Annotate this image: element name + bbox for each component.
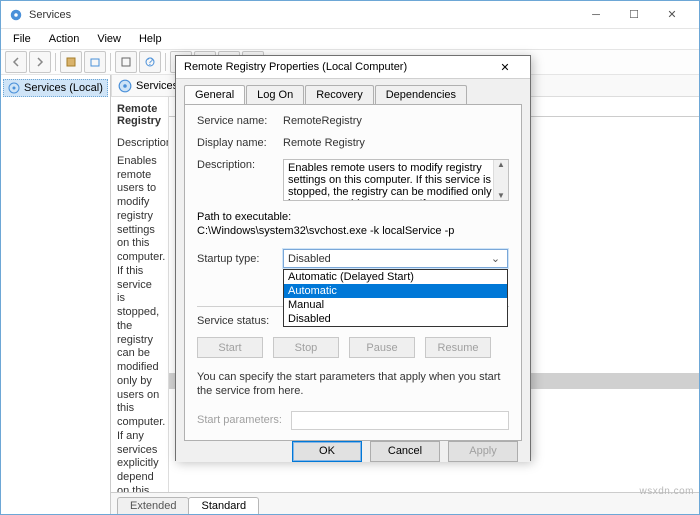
- pause-button[interactable]: Pause: [349, 337, 415, 358]
- resume-button[interactable]: Resume: [425, 337, 491, 358]
- tab-dependencies[interactable]: Dependencies: [375, 85, 467, 104]
- window-title: Services: [29, 9, 577, 21]
- tab-recovery[interactable]: Recovery: [305, 85, 373, 104]
- toolbar-help[interactable]: ?: [139, 51, 161, 73]
- tabpage-general: Service name: RemoteRegistry Display nam…: [184, 104, 522, 441]
- value-description: Enables remote users to modify registry …: [288, 162, 492, 201]
- minimize-button[interactable]: ─: [577, 4, 615, 26]
- startup-type-dropdown-list[interactable]: Automatic (Delayed Start)AutomaticManual…: [283, 269, 508, 327]
- watermark: wsxdn.com: [639, 486, 694, 497]
- service-control-buttons: Start Stop Pause Resume: [197, 337, 509, 358]
- menu-file[interactable]: File: [5, 31, 39, 47]
- start-button[interactable]: Start: [197, 337, 263, 358]
- tree-item-services-local[interactable]: Services (Local): [3, 79, 108, 97]
- dialog-buttons: OK Cancel Apply: [176, 441, 530, 462]
- description-box[interactable]: Enables remote users to modify registry …: [283, 159, 509, 201]
- detail-desc-text: Enables remote users to modify registry …: [117, 155, 162, 492]
- menu-help[interactable]: Help: [131, 31, 170, 47]
- toolbar-separator: [110, 53, 111, 71]
- ok-button[interactable]: OK: [292, 441, 362, 462]
- tree-item-label: Services (Local): [24, 82, 103, 94]
- label-display-name: Display name:: [197, 137, 283, 149]
- dialog-title: Remote Registry Properties (Local Comput…: [184, 61, 488, 73]
- apply-button[interactable]: Apply: [448, 441, 518, 462]
- maximize-button[interactable]: ☐: [615, 4, 653, 26]
- menubar: File Action View Help: [1, 29, 699, 49]
- toolbar-separator: [165, 53, 166, 71]
- description-scrollbar[interactable]: ▲▼: [493, 160, 508, 200]
- label-start-params: Start parameters:: [197, 414, 283, 426]
- label-description: Description:: [197, 159, 283, 171]
- titlebar: Services ─ ☐ ✕: [1, 1, 699, 29]
- toolbar-refresh[interactable]: [115, 51, 137, 73]
- dropdown-option[interactable]: Automatic: [284, 284, 507, 298]
- dialog-close-button[interactable]: ✕: [488, 56, 522, 78]
- tab-general[interactable]: General: [184, 85, 245, 104]
- toolbar-back[interactable]: [5, 51, 27, 73]
- stop-button[interactable]: Stop: [273, 337, 339, 358]
- menu-view[interactable]: View: [89, 31, 129, 47]
- dialog-titlebar: Remote Registry Properties (Local Comput…: [176, 56, 530, 79]
- startup-type-dropdown[interactable]: Disabled ⌄ Automatic (Delayed Start)Auto…: [283, 249, 508, 268]
- tab-extended[interactable]: Extended: [117, 497, 189, 514]
- dialog-tabs: General Log On Recovery Dependencies: [176, 79, 530, 104]
- toolbar-separator: [55, 53, 56, 71]
- chevron-down-icon[interactable]: ⌄: [488, 252, 503, 265]
- gear-icon: [118, 79, 132, 93]
- toolbar-forward[interactable]: [29, 51, 51, 73]
- tab-standard[interactable]: Standard: [188, 497, 259, 514]
- scroll-down-icon[interactable]: ▼: [497, 191, 505, 200]
- start-parameters-input[interactable]: [291, 411, 509, 430]
- label-service-status: Service status:: [197, 315, 283, 327]
- tree-pane: Services (Local): [1, 75, 111, 514]
- toolbar-properties[interactable]: [60, 51, 82, 73]
- note-text: You can specify the start parameters tha…: [197, 370, 509, 399]
- menu-action[interactable]: Action: [41, 31, 88, 47]
- tab-logon[interactable]: Log On: [246, 85, 304, 104]
- value-display-name: Remote Registry: [283, 137, 509, 149]
- detail-desc-label: Description:: [117, 137, 169, 149]
- label-service-name: Service name:: [197, 115, 283, 127]
- value-service-name: RemoteRegistry: [283, 115, 509, 127]
- gear-icon: [8, 82, 20, 94]
- toolbar-export[interactable]: [84, 51, 106, 73]
- services-app-icon: [9, 8, 23, 22]
- svg-text:?: ?: [147, 57, 153, 67]
- scroll-up-icon[interactable]: ▲: [497, 160, 505, 169]
- close-button[interactable]: ✕: [653, 4, 691, 26]
- dropdown-option[interactable]: Manual: [284, 298, 507, 312]
- dropdown-option[interactable]: Disabled: [284, 312, 507, 326]
- dropdown-option[interactable]: Automatic (Delayed Start): [284, 270, 507, 284]
- label-path: Path to executable:: [197, 211, 509, 223]
- startup-type-value: Disabled: [288, 253, 488, 265]
- detail-left: Remote Registry Description: Enables rem…: [111, 97, 169, 492]
- properties-dialog: Remote Registry Properties (Local Comput…: [175, 55, 531, 461]
- start-parameters-row: Start parameters:: [197, 411, 509, 430]
- label-startup-type: Startup type:: [197, 253, 283, 265]
- value-path: C:\Windows\system32\svchost.exe -k local…: [197, 225, 509, 237]
- cancel-button[interactable]: Cancel: [370, 441, 440, 462]
- detail-service-name: Remote Registry: [117, 103, 162, 127]
- bottom-tabs: Extended Standard: [111, 492, 699, 514]
